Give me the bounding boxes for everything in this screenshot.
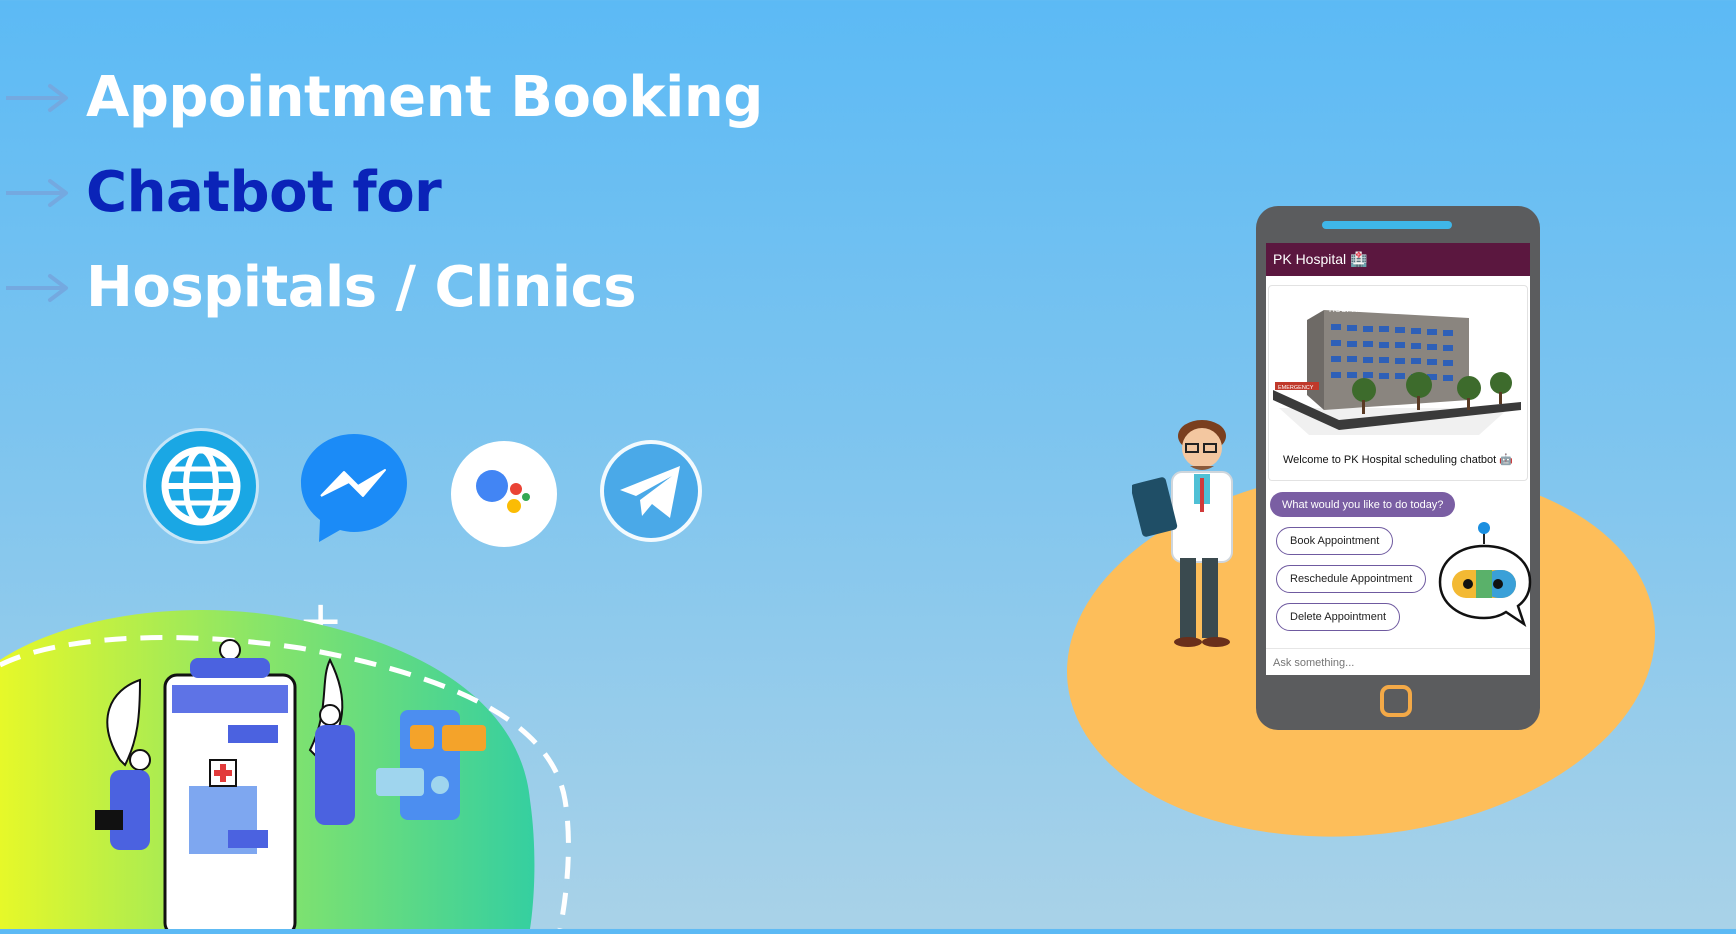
book-appointment-button[interactable]: Book Appointment — [1276, 527, 1394, 555]
chat-input[interactable] — [1266, 649, 1520, 669]
hospital-building-image: HOSPITAL EMERGENCY — [1273, 305, 1521, 435]
chatbot-robot-icon — [1436, 520, 1536, 630]
phone-speaker — [1322, 221, 1452, 229]
headline-row-1: Appointment Booking — [0, 50, 763, 145]
headline-row-2: Chatbot for — [0, 145, 763, 240]
chat-header-title: PK Hospital 🏥 — [1273, 251, 1368, 267]
chat-input-bar — [1266, 648, 1530, 675]
chat-header: PK Hospital 🏥 — [1266, 243, 1530, 276]
google-assistant-icon — [450, 440, 558, 548]
telegram-icon — [598, 438, 704, 544]
arrow-right-icon — [6, 83, 68, 112]
welcome-card: HOSPITAL EMERGENCY Welcome to PK Hospita… — [1268, 285, 1528, 481]
bot-question-bubble: What would you like to do today? — [1270, 492, 1456, 517]
phone-home-button[interactable] — [1380, 685, 1412, 717]
headline: Appointment Booking Chatbot for Hospital… — [0, 50, 763, 335]
arrow-right-icon — [6, 273, 68, 302]
reschedule-appointment-button[interactable]: Reschedule Appointment — [1276, 565, 1427, 593]
emergency-sign: EMERGENCY — [1278, 385, 1314, 391]
globe-icon — [140, 425, 262, 547]
welcome-message: Welcome to PK Hospital scheduling chatbo… — [1283, 454, 1513, 466]
hospital-sign: HOSPITAL — [1329, 305, 1369, 314]
headline-line-1: Appointment Booking — [86, 65, 763, 130]
chat-illustration — [0, 600, 620, 934]
messenger-icon — [297, 430, 411, 546]
headline-line-2: Chatbot for — [86, 160, 442, 225]
delete-appointment-button[interactable]: Delete Appointment — [1276, 603, 1401, 631]
headline-row-3: Hospitals / Clinics — [0, 240, 763, 335]
doctor-illustration — [1130, 408, 1262, 658]
arrow-right-icon — [6, 178, 68, 207]
headline-line-3: Hospitals / Clinics — [86, 255, 637, 320]
